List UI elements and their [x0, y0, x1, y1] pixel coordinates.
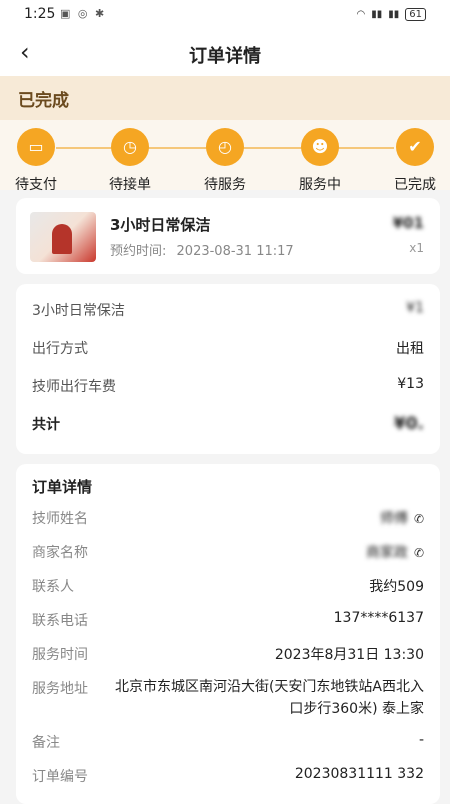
contact-label: 联系人: [32, 579, 74, 595]
order-status-text: 已完成: [18, 91, 69, 111]
step-label: 已完成: [394, 177, 436, 193]
progress-steps: ▭ 待支付 ◷ 待接单 ◴ 待服务 ☻ 服务中 ✔ 已完成: [0, 120, 450, 193]
phone-label: 联系电话: [32, 613, 88, 629]
status-time: 1:25: [24, 6, 56, 22]
order-status-banner: 已完成: [0, 76, 450, 120]
step-in-service: ☻ 服务中: [280, 128, 360, 194]
service-name: 3小时日常保洁: [110, 216, 211, 234]
details-title: 订单详情: [32, 478, 93, 496]
clipboard-clock-icon: ◷: [111, 128, 149, 166]
step-label: 待服务: [204, 177, 246, 193]
appointment-value: 2023-08-31 11:17: [176, 244, 294, 259]
step-pending-payment: ▭ 待支付: [0, 128, 76, 194]
merchant-value: 商家政 ✆: [366, 542, 424, 562]
hand-clock-icon: ◴: [206, 128, 244, 166]
phone-icon[interactable]: ✆: [414, 546, 424, 560]
technician-value: 师傅 ✆: [380, 508, 424, 528]
service-card[interactable]: 3小时日常保洁 预约时间: 2023-08-31 11:17 ¥01 x1: [16, 198, 440, 274]
check-icon: ✔: [396, 128, 434, 166]
cleaner-image: [52, 224, 72, 254]
massage-person-icon: ☻: [301, 128, 339, 166]
step-completed: ✔ 已完成: [375, 128, 450, 194]
note-value: -: [418, 732, 424, 748]
wallet-icon: ▭: [17, 128, 55, 166]
step-label: 服务中: [299, 177, 341, 193]
system-icons: ◠ ▮▮ ▮▮ 61: [356, 8, 426, 21]
fee-value: ¥13: [397, 376, 424, 392]
appointment-time: 预约时间: 2023-08-31 11:17: [110, 240, 294, 259]
status-bar: 1:25 ▣ ◎ ✱ ◠ ▮▮ ▮▮ 61: [0, 0, 450, 30]
fee-value: 出租: [396, 341, 424, 357]
service-price: ¥01: [392, 214, 424, 232]
order-number-label: 订单编号: [32, 769, 88, 785]
appointment-label: 预约时间:: [110, 244, 167, 259]
technician-label: 技师姓名: [32, 511, 88, 527]
merchant-name: 商家政: [365, 545, 408, 561]
service-time-value: 2023年8月31日 13:30: [274, 647, 424, 663]
wifi-icon: ◠: [356, 9, 366, 20]
step-pending-accept: ◷ 待接单: [90, 128, 170, 194]
service-time-label: 服务时间: [32, 647, 88, 663]
note-label: 备注: [32, 735, 60, 751]
service-quantity: x1: [409, 241, 424, 255]
order-number-value: 20230831111 332: [294, 766, 424, 782]
step-label: 待接单: [109, 177, 151, 193]
step-pending-service: ◴ 待服务: [185, 128, 265, 194]
technician-name: 师傅: [379, 511, 408, 527]
order-details-card: 订单详情 技师姓名 师傅 ✆ 商家名称 商家政 ✆ 联系人 我约509 联系电话 1…: [16, 464, 440, 804]
merchant-label: 商家名称: [32, 545, 88, 561]
notification-icons: ▣ ◎ ✱: [60, 7, 107, 20]
service-thumbnail: [30, 212, 96, 262]
contact-value: 我约509: [369, 579, 424, 595]
fee-label: 3小时日常保洁: [32, 303, 125, 319]
address-label: 服务地址: [32, 681, 88, 697]
phone-icon[interactable]: ✆: [414, 512, 424, 526]
nav-bar: ‹ 订单详情: [0, 30, 450, 76]
address-value: 北京市东城区南河沿大街(天安门东地铁站A西北入口步行360米) 泰上家: [114, 679, 424, 717]
signal-icon: ▮▮: [371, 9, 383, 20]
fee-card: 3小时日常保洁 ¥1 出行方式 出租 技师出行车费 ¥13 共计 ¥0.: [16, 284, 440, 454]
fee-label: 技师出行车费: [32, 379, 116, 395]
phone-value: 137****6137: [333, 610, 424, 626]
fee-label: 出行方式: [32, 341, 88, 357]
total-value: ¥0.: [393, 414, 424, 434]
page-title: 订单详情: [189, 46, 261, 67]
step-label: 待支付: [15, 177, 57, 193]
signal-icon-2: ▮▮: [388, 9, 400, 20]
fee-value: ¥1: [406, 300, 424, 316]
total-label: 共计: [32, 417, 60, 433]
battery-icon: 61: [405, 8, 426, 21]
